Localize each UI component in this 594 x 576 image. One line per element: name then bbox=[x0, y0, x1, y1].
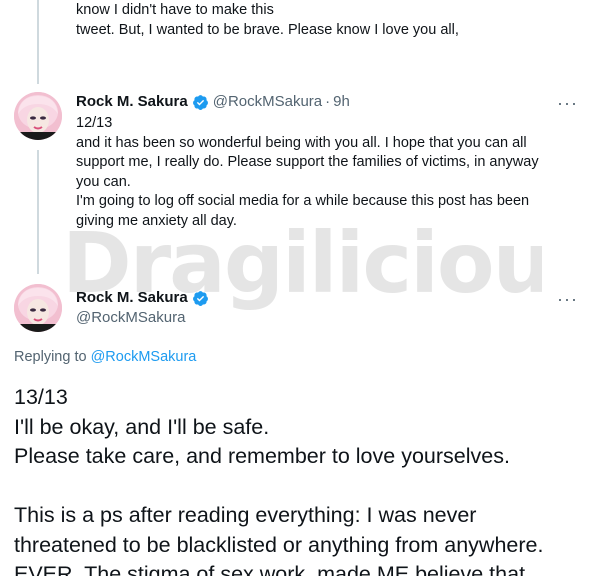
tweet-text: 12/13 and it has been so wonderful being… bbox=[76, 115, 539, 229]
more-horizontal-icon[interactable]: ··· bbox=[557, 94, 578, 112]
handle[interactable]: @RockMSakura bbox=[76, 308, 185, 328]
handle[interactable]: @RockMSakura bbox=[213, 92, 322, 112]
display-name[interactable]: Rock M. Sakura bbox=[76, 288, 188, 308]
thread-connector-line bbox=[37, 150, 39, 274]
tweet-text: 13/13 I'll be okay, and I'll be safe. Pl… bbox=[14, 385, 544, 576]
verified-badge-icon bbox=[192, 290, 209, 307]
display-name[interactable]: Rock M. Sakura bbox=[76, 92, 188, 112]
twitter-thread-screenshot: know I didn't have to make this tweet. B… bbox=[0, 0, 594, 576]
replying-to-link[interactable]: @RockMSakura bbox=[91, 349, 197, 365]
more-horizontal-icon[interactable]: ··· bbox=[557, 290, 578, 308]
timestamp[interactable]: 9h bbox=[333, 92, 350, 112]
thread-connector-line bbox=[37, 0, 39, 84]
previous-tweet-text: know I didn't have to make this tweet. B… bbox=[76, 2, 459, 38]
avatar[interactable] bbox=[14, 92, 62, 140]
separator-dot: · bbox=[325, 93, 331, 110]
replying-to-line: Replying to @RockMSakura bbox=[14, 347, 196, 367]
replying-to-prefix: Replying to bbox=[14, 349, 91, 365]
avatar[interactable] bbox=[14, 284, 62, 332]
tweet-header: Rock M. Sakura @RockMSakura · 9h bbox=[76, 92, 350, 112]
tweet-header: Rock M. Sakura bbox=[76, 288, 213, 308]
verified-badge-icon bbox=[192, 94, 209, 111]
